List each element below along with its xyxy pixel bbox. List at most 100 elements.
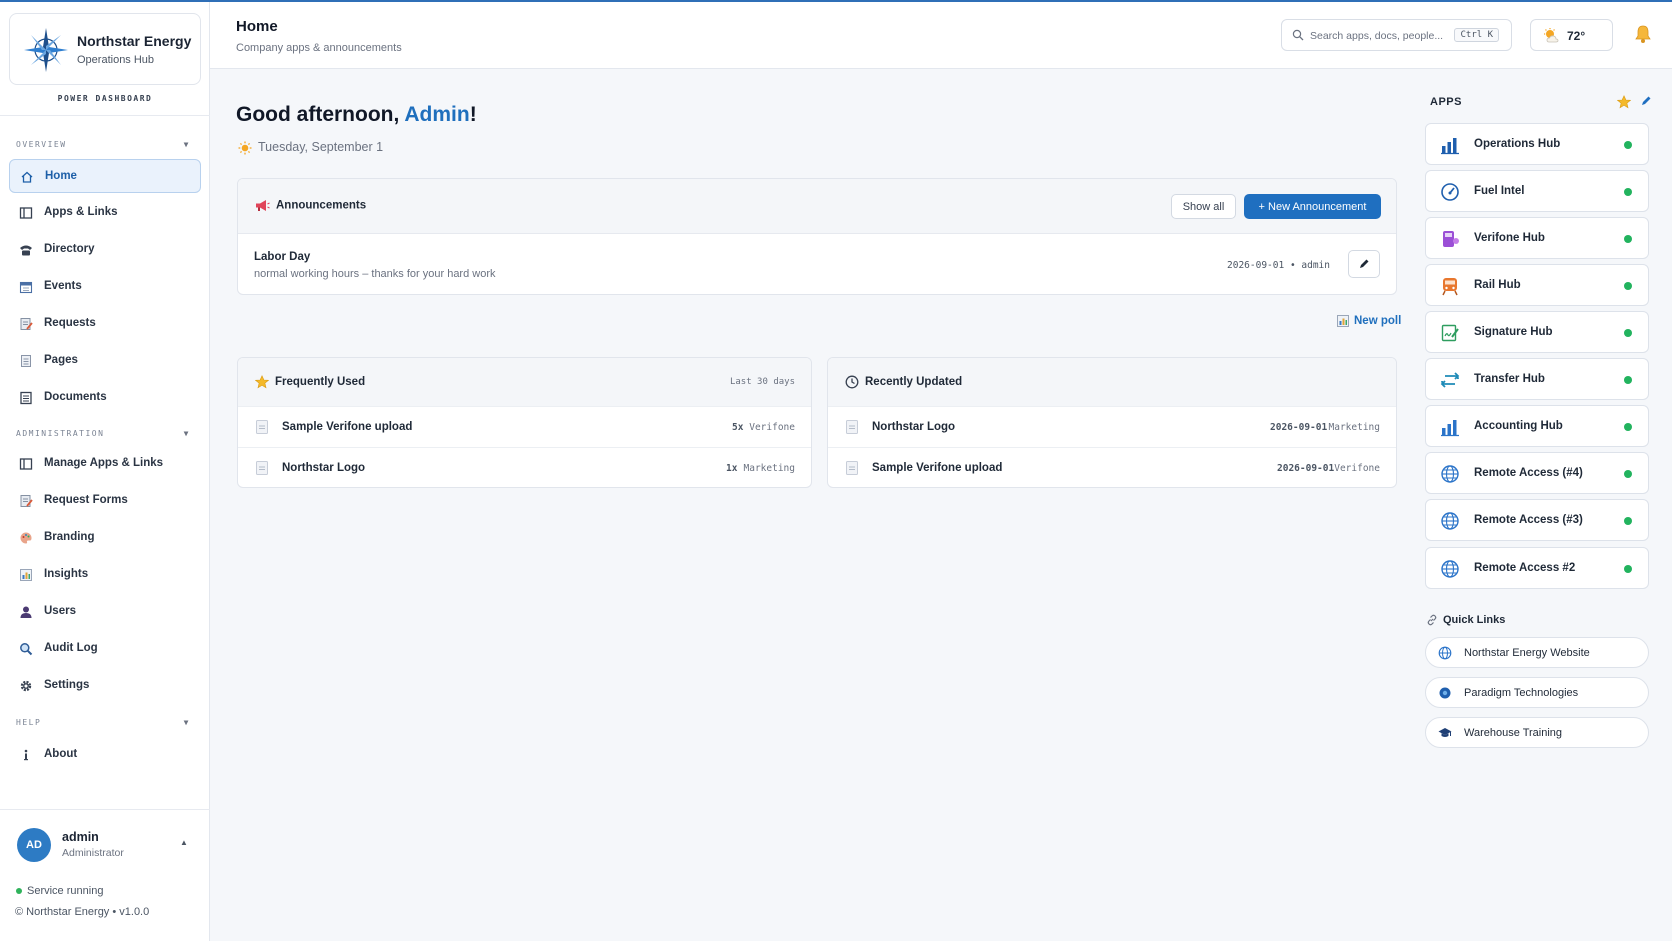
greeting-heading: Good afternoon, Admin! <box>236 103 477 127</box>
sidebar-item-directory[interactable]: Directory <box>9 233 201 267</box>
section-header-overview[interactable]: OVERVIEW ▼ <box>16 140 196 154</box>
sidebar-item-request-forms[interactable]: Request Forms <box>9 484 201 518</box>
app-tile-verifone-hub[interactable]: Verifone Hub <box>1425 217 1649 259</box>
app-tile-remote-access-3[interactable]: Remote Access (#3) <box>1425 499 1649 541</box>
announcements-card: Announcements Show all + New Announcemen… <box>237 178 1397 295</box>
section-title: ADMINISTRATION <box>16 429 105 438</box>
search-input[interactable]: Search apps, docs, people... Ctrl K <box>1281 19 1512 51</box>
sidebar-item-manage-apps-links[interactable]: Manage Apps & Links <box>9 447 201 481</box>
status-online-indicator <box>1624 376 1632 384</box>
search-icon <box>1292 29 1304 41</box>
bell-icon[interactable] <box>1634 24 1652 44</box>
section-header-help[interactable]: HELP ▼ <box>16 718 196 732</box>
list-item[interactable]: Sample Verifone upload 2026-09-01 Verifo… <box>828 447 1396 487</box>
list-item[interactable]: Northstar Logo 1x Marketing <box>238 447 811 487</box>
sidebar-item-requests[interactable]: Requests <box>9 307 201 341</box>
announcement-date: 2026-09-01 <box>1227 260 1285 271</box>
quick-link-label: Northstar Energy Website <box>1464 647 1590 659</box>
app-tile-transfer-hub[interactable]: Transfer Hub <box>1425 358 1649 400</box>
app-tile-remote-access-2[interactable]: Remote Access #2 <box>1425 547 1649 589</box>
announcement-body: normal working hours – thanks for your h… <box>254 268 496 280</box>
globe-icon <box>1441 560 1459 578</box>
updated-date: 2026-09-01 <box>1270 422 1328 433</box>
sidebar-item-label: Insights <box>44 568 89 580</box>
document-icon <box>256 420 268 434</box>
app-name: Remote Access (#3) <box>1474 514 1583 526</box>
app-tile-operations-hub[interactable]: Operations Hub <box>1425 123 1649 165</box>
category-tag: Marketing <box>1328 422 1380 433</box>
announcement-author: admin <box>1301 260 1330 271</box>
sidebar-item-apps-links[interactable]: Apps & Links <box>9 196 201 230</box>
brand-subtitle: Operations Hub <box>77 54 155 66</box>
sidebar-item-events[interactable]: Events <box>9 270 201 304</box>
sidebar-item-documents[interactable]: Documents <box>9 381 201 415</box>
page-title: Home <box>236 18 278 35</box>
status-dot-icon <box>16 888 22 895</box>
sidebar-item-insights[interactable]: Insights <box>9 558 201 592</box>
sidebar-item-users[interactable]: Users <box>9 595 201 629</box>
caret-down-icon: ▼ <box>183 429 190 438</box>
sidebar-item-branding[interactable]: Branding <box>9 521 201 555</box>
caret-up-icon[interactable]: ▲ <box>180 838 188 847</box>
request-icon <box>18 316 34 332</box>
app-tile-rail-hub[interactable]: Rail Hub <box>1425 264 1649 306</box>
announcement-title[interactable]: Labor Day <box>254 251 310 263</box>
app-name: Rail Hub <box>1474 279 1521 291</box>
list-item[interactable]: Sample Verifone upload 5x Verifone <box>238 406 811 447</box>
list-item[interactable]: Northstar Logo 2026-09-01 Marketing <box>828 406 1396 447</box>
sun-icon <box>238 141 252 155</box>
show-all-button[interactable]: Show all <box>1171 194 1236 219</box>
usage-count: 1x <box>726 463 738 474</box>
link-icon <box>1427 614 1437 626</box>
pencil-icon <box>1360 259 1369 268</box>
recently-updated-card: Recently Updated Northstar Logo 2026-09-… <box>827 357 1397 488</box>
document-icon <box>846 420 858 434</box>
app-name: Transfer Hub <box>1474 373 1545 385</box>
new-poll-link[interactable]: New poll <box>1337 315 1401 327</box>
pencil-icon[interactable] <box>1640 95 1652 107</box>
new-announcement-button[interactable]: + New Announcement <box>1244 194 1381 219</box>
recently-updated-header: Recently Updated <box>828 358 1396 407</box>
app-name: Remote Access #2 <box>1474 562 1576 574</box>
status-online-indicator <box>1624 329 1632 337</box>
quick-link-northstar-website[interactable]: Northstar Energy Website <box>1425 637 1649 668</box>
status-online-indicator <box>1624 470 1632 478</box>
sidebar-item-audit-log[interactable]: Audit Log <box>9 632 201 666</box>
sidebar-item-settings[interactable]: Settings <box>9 669 201 703</box>
app-name: Fuel Intel <box>1474 185 1525 197</box>
status-online-indicator <box>1624 565 1632 573</box>
section-title: OVERVIEW <box>16 140 67 149</box>
quick-link-paradigm-technologies[interactable]: Paradigm Technologies <box>1425 677 1649 708</box>
frequently-used-header: Frequently Used Last 30 days <box>238 358 811 407</box>
sidebar-item-label: Branding <box>44 531 95 543</box>
brand-card[interactable]: Northstar Energy Operations Hub <box>9 13 201 85</box>
weather-widget[interactable]: 72° <box>1530 19 1613 51</box>
sidebar-item-label: Requests <box>44 317 96 329</box>
sidebar-item-home[interactable]: Home <box>9 159 201 193</box>
sidebar-item-about[interactable]: About <box>9 738 201 772</box>
star-icon[interactable] <box>1617 95 1631 109</box>
app-tile-remote-access-4[interactable]: Remote Access (#4) <box>1425 452 1649 494</box>
quick-links-title: Quick Links <box>1426 614 1505 626</box>
edit-announcement-button[interactable] <box>1348 250 1380 278</box>
recently-updated-title-text: Recently Updated <box>865 376 963 389</box>
app-tile-signature-hub[interactable]: Signature Hub <box>1425 311 1649 353</box>
megaphone-icon <box>256 200 270 211</box>
greeting-prefix: Good afternoon, <box>236 103 405 126</box>
list-item-name: Northstar Logo <box>282 462 366 474</box>
app-tile-fuel-intel[interactable]: Fuel Intel <box>1425 170 1649 212</box>
announcement-meta: 2026-09-01 • admin <box>1227 260 1330 271</box>
user-menu[interactable]: AD admin Administrator ▲ Service running… <box>0 809 210 941</box>
sidebar-item-label: Events <box>44 280 82 292</box>
sidebar-item-pages[interactable]: Pages <box>9 344 201 378</box>
gear-icon <box>18 678 34 694</box>
list-item-name: Sample Verifone upload <box>872 462 1003 474</box>
top-header: Home Company apps & announcements Search… <box>210 2 1672 69</box>
status-online-indicator <box>1624 235 1632 243</box>
quick-link-warehouse-training[interactable]: Warehouse Training <box>1425 717 1649 748</box>
frequently-used-title-text: Frequently Used <box>275 376 366 389</box>
globe-icon <box>1438 646 1452 660</box>
app-tile-accounting-hub[interactable]: Accounting Hub <box>1425 405 1649 447</box>
section-header-administration[interactable]: ADMINISTRATION ▼ <box>16 429 196 443</box>
sidebar-item-label: Directory <box>44 243 95 255</box>
